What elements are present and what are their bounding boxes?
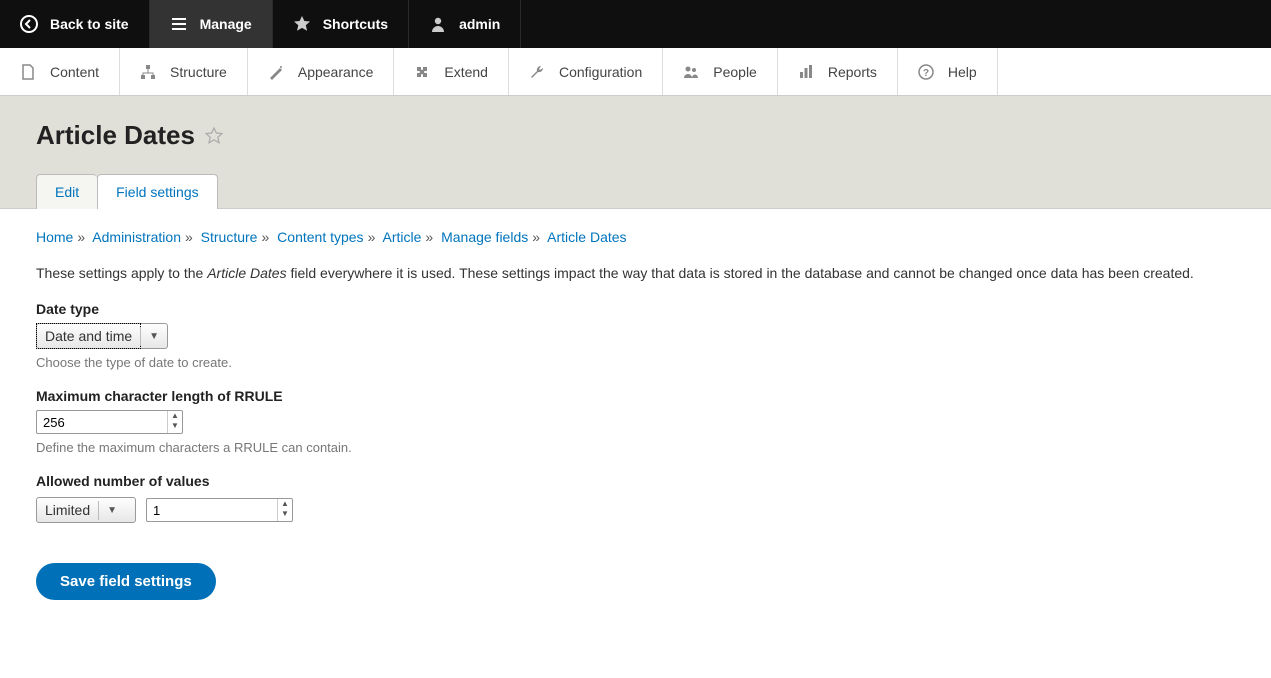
puzzle-icon xyxy=(414,64,430,80)
rrule-label: Maximum character length of RRULE xyxy=(36,388,1235,404)
menu-reports-label: Reports xyxy=(828,64,877,80)
back-icon xyxy=(20,15,38,33)
user-label: admin xyxy=(459,16,500,32)
spinner-up-icon[interactable]: ▲ xyxy=(168,411,182,421)
tab-field-settings-label: Field settings xyxy=(116,184,198,200)
intro-post: field everywhere it is used. These setti… xyxy=(287,265,1194,281)
user-icon xyxy=(429,15,447,33)
allowed-count-wrap: ▲ ▼ xyxy=(146,498,293,522)
svg-text:?: ? xyxy=(923,68,929,79)
hamburger-icon xyxy=(170,15,188,33)
top-toolbar: Back to site Manage Shortcuts admin xyxy=(0,0,1271,48)
menu-help[interactable]: ? Help xyxy=(898,48,998,95)
menu-structure-label: Structure xyxy=(170,64,227,80)
menu-appearance-label: Appearance xyxy=(298,64,374,80)
intro-text: These settings apply to the Article Date… xyxy=(36,265,1235,281)
save-button[interactable]: Save field settings xyxy=(36,563,216,600)
page-title-text: Article Dates xyxy=(36,120,195,151)
date-type-value: Date and time xyxy=(37,324,140,348)
crumb-sep: » xyxy=(528,229,544,245)
manage-label: Manage xyxy=(200,16,252,32)
menu-extend[interactable]: Extend xyxy=(394,48,509,95)
menu-content-label: Content xyxy=(50,64,99,80)
menu-help-label: Help xyxy=(948,64,977,80)
hierarchy-icon xyxy=(140,64,156,80)
menu-people[interactable]: People xyxy=(663,48,778,95)
shortcuts-label: Shortcuts xyxy=(323,16,388,32)
spinner-down-icon[interactable]: ▼ xyxy=(278,509,292,519)
tab-edit[interactable]: Edit xyxy=(36,174,97,209)
intro-pre: These settings apply to the xyxy=(36,265,207,281)
content: Home» Administration» Structure» Content… xyxy=(0,209,1271,620)
user-menu[interactable]: admin xyxy=(409,0,521,48)
chart-icon xyxy=(798,64,814,80)
spinner: ▲ ▼ xyxy=(277,499,292,521)
crumb-sep: » xyxy=(257,229,273,245)
menu-configuration[interactable]: Configuration xyxy=(509,48,663,95)
file-icon xyxy=(20,64,36,80)
star-icon xyxy=(293,15,311,33)
date-type-label: Date type xyxy=(36,301,1235,317)
tabs: Edit Field settings xyxy=(36,173,1235,208)
back-to-site[interactable]: Back to site xyxy=(0,0,150,48)
breadcrumb: Home» Administration» Structure» Content… xyxy=(36,229,1235,245)
crumb-article-dates[interactable]: Article Dates xyxy=(547,229,626,245)
rrule-input[interactable] xyxy=(37,411,167,433)
field-allowed-values: Allowed number of values Limited ▼ ▲ ▼ xyxy=(36,473,1235,523)
rrule-input-wrap: ▲ ▼ xyxy=(36,410,183,434)
allowed-label: Allowed number of values xyxy=(36,473,1235,489)
crumb-sep: » xyxy=(73,229,89,245)
tab-field-settings[interactable]: Field settings xyxy=(97,174,217,209)
crumb-sep: » xyxy=(421,229,437,245)
menu-reports[interactable]: Reports xyxy=(778,48,898,95)
wand-icon xyxy=(268,64,284,80)
admin-menu: Content Structure Appearance Extend Conf… xyxy=(0,48,1271,96)
favorite-star-icon[interactable] xyxy=(205,127,223,145)
crumb-administration[interactable]: Administration xyxy=(92,229,181,245)
back-label: Back to site xyxy=(50,16,129,32)
chevron-down-icon: ▼ xyxy=(140,327,167,346)
chevron-down-icon: ▼ xyxy=(98,501,125,520)
shortcuts-toggle[interactable]: Shortcuts xyxy=(273,0,409,48)
crumb-structure[interactable]: Structure xyxy=(201,229,258,245)
allowed-limit-value: Limited xyxy=(37,498,98,522)
crumb-article[interactable]: Article xyxy=(382,229,421,245)
menu-people-label: People xyxy=(713,64,757,80)
field-rrule: Maximum character length of RRULE ▲ ▼ De… xyxy=(36,388,1235,455)
crumb-sep: » xyxy=(181,229,197,245)
spinner: ▲ ▼ xyxy=(167,411,182,433)
date-type-help: Choose the type of date to create. xyxy=(36,355,1235,370)
crumb-sep: » xyxy=(364,229,380,245)
crumb-home[interactable]: Home xyxy=(36,229,73,245)
tab-edit-label: Edit xyxy=(55,184,79,200)
allowed-count-input[interactable] xyxy=(147,499,277,521)
date-type-select[interactable]: Date and time ▼ xyxy=(36,323,168,349)
manage-toggle[interactable]: Manage xyxy=(150,0,273,48)
crumb-manage-fields[interactable]: Manage fields xyxy=(441,229,528,245)
menu-configuration-label: Configuration xyxy=(559,64,642,80)
help-icon: ? xyxy=(918,64,934,80)
field-date-type: Date type Date and time ▼ Choose the typ… xyxy=(36,301,1235,370)
save-button-label: Save field settings xyxy=(60,573,192,590)
people-icon xyxy=(683,64,699,80)
menu-appearance[interactable]: Appearance xyxy=(248,48,395,95)
header-region: Article Dates Edit Field settings xyxy=(0,96,1271,209)
spinner-up-icon[interactable]: ▲ xyxy=(278,499,292,509)
allowed-limit-select[interactable]: Limited ▼ xyxy=(36,497,136,523)
menu-extend-label: Extend xyxy=(444,64,488,80)
menu-content[interactable]: Content xyxy=(0,48,120,95)
rrule-help: Define the maximum characters a RRULE ca… xyxy=(36,440,1235,455)
crumb-content-types[interactable]: Content types xyxy=(277,229,363,245)
wrench-icon xyxy=(529,64,545,80)
spinner-down-icon[interactable]: ▼ xyxy=(168,421,182,431)
intro-em: Article Dates xyxy=(207,265,286,281)
page-title: Article Dates xyxy=(36,120,1235,151)
menu-structure[interactable]: Structure xyxy=(120,48,248,95)
